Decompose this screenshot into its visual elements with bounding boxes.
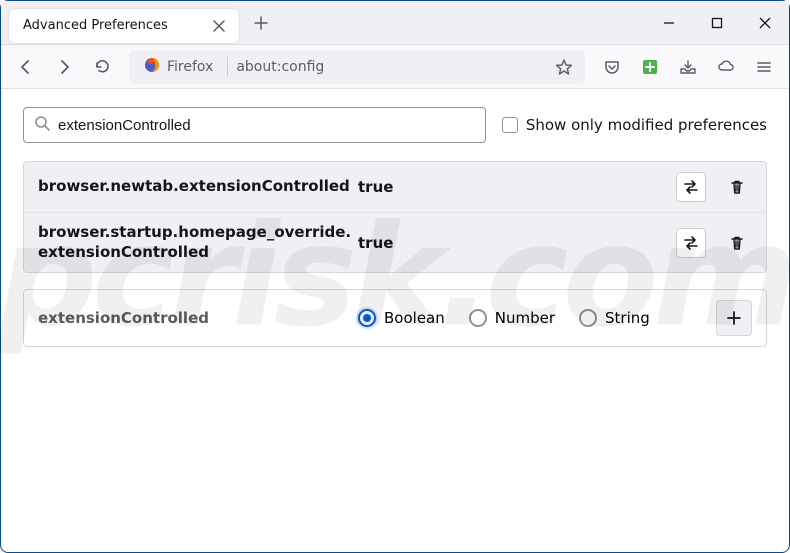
browser-tab[interactable]: Advanced Preferences xyxy=(9,9,239,43)
show-modified-only-checkbox[interactable]: Show only modified preferences xyxy=(502,116,767,134)
radio-string[interactable]: String xyxy=(579,309,650,327)
identity-box[interactable]: Firefox xyxy=(135,54,221,80)
new-pref-row: extensionControlled Boolean Number Strin… xyxy=(23,289,767,347)
search-row: Show only modified preferences xyxy=(23,107,767,143)
bookmark-star-icon[interactable] xyxy=(549,52,579,82)
about-config-content: Show only modified preferences browser.n… xyxy=(1,89,789,365)
pref-name: browser.newtab.extensionControlled xyxy=(38,177,358,197)
cloud-icon[interactable] xyxy=(709,50,743,84)
maximize-button[interactable] xyxy=(693,1,741,45)
radio-icon xyxy=(469,309,487,327)
search-icon xyxy=(34,115,50,135)
pref-row[interactable]: browser.startup.homepage_override.extens… xyxy=(24,213,766,272)
pref-actions xyxy=(676,172,752,202)
extension-icon[interactable] xyxy=(633,50,667,84)
url-bar[interactable]: Firefox about:config xyxy=(129,50,585,84)
tab-title: Advanced Preferences xyxy=(23,18,209,33)
close-tab-icon[interactable] xyxy=(209,16,229,36)
new-pref-types: Boolean Number String xyxy=(358,309,716,327)
delete-button[interactable] xyxy=(722,228,752,258)
inbox-icon[interactable] xyxy=(671,50,705,84)
radio-label: Number xyxy=(495,309,555,327)
identity-separator xyxy=(227,57,228,77)
identity-label: Firefox xyxy=(167,59,213,75)
pref-row[interactable]: browser.newtab.extensionControlled true xyxy=(24,162,766,213)
pref-value: true xyxy=(358,234,676,252)
radio-number[interactable]: Number xyxy=(469,309,555,327)
search-box[interactable] xyxy=(23,107,486,143)
pocket-icon[interactable] xyxy=(595,50,629,84)
titlebar: Advanced Preferences xyxy=(1,1,789,45)
close-window-button[interactable] xyxy=(741,1,789,45)
radio-label: Boolean xyxy=(384,309,445,327)
navigation-toolbar: Firefox about:config xyxy=(1,45,789,89)
pref-value: true xyxy=(358,178,676,196)
hamburger-menu-icon[interactable] xyxy=(747,50,781,84)
toggle-button[interactable] xyxy=(676,172,706,202)
forward-button[interactable] xyxy=(47,50,81,84)
window-controls xyxy=(645,1,789,45)
prefs-list: browser.newtab.extensionControlled true … xyxy=(23,161,767,273)
pref-name: browser.startup.homepage_override.extens… xyxy=(38,223,358,262)
new-pref-name: extensionControlled xyxy=(38,309,358,327)
delete-button[interactable] xyxy=(722,172,752,202)
radio-boolean[interactable]: Boolean xyxy=(358,309,445,327)
pref-actions xyxy=(676,228,752,258)
back-button[interactable] xyxy=(9,50,43,84)
radio-icon xyxy=(358,309,376,327)
url-text: about:config xyxy=(236,59,549,75)
firefox-logo-icon xyxy=(143,56,161,78)
reload-button[interactable] xyxy=(85,50,119,84)
new-tab-button[interactable] xyxy=(245,7,277,39)
show-modified-only-label: Show only modified preferences xyxy=(526,116,767,134)
add-pref-button[interactable] xyxy=(716,300,752,336)
radio-icon xyxy=(579,309,597,327)
checkbox-icon xyxy=(502,117,518,133)
toggle-button[interactable] xyxy=(676,228,706,258)
radio-label: String xyxy=(605,309,650,327)
search-input[interactable] xyxy=(58,117,475,134)
minimize-button[interactable] xyxy=(645,1,693,45)
